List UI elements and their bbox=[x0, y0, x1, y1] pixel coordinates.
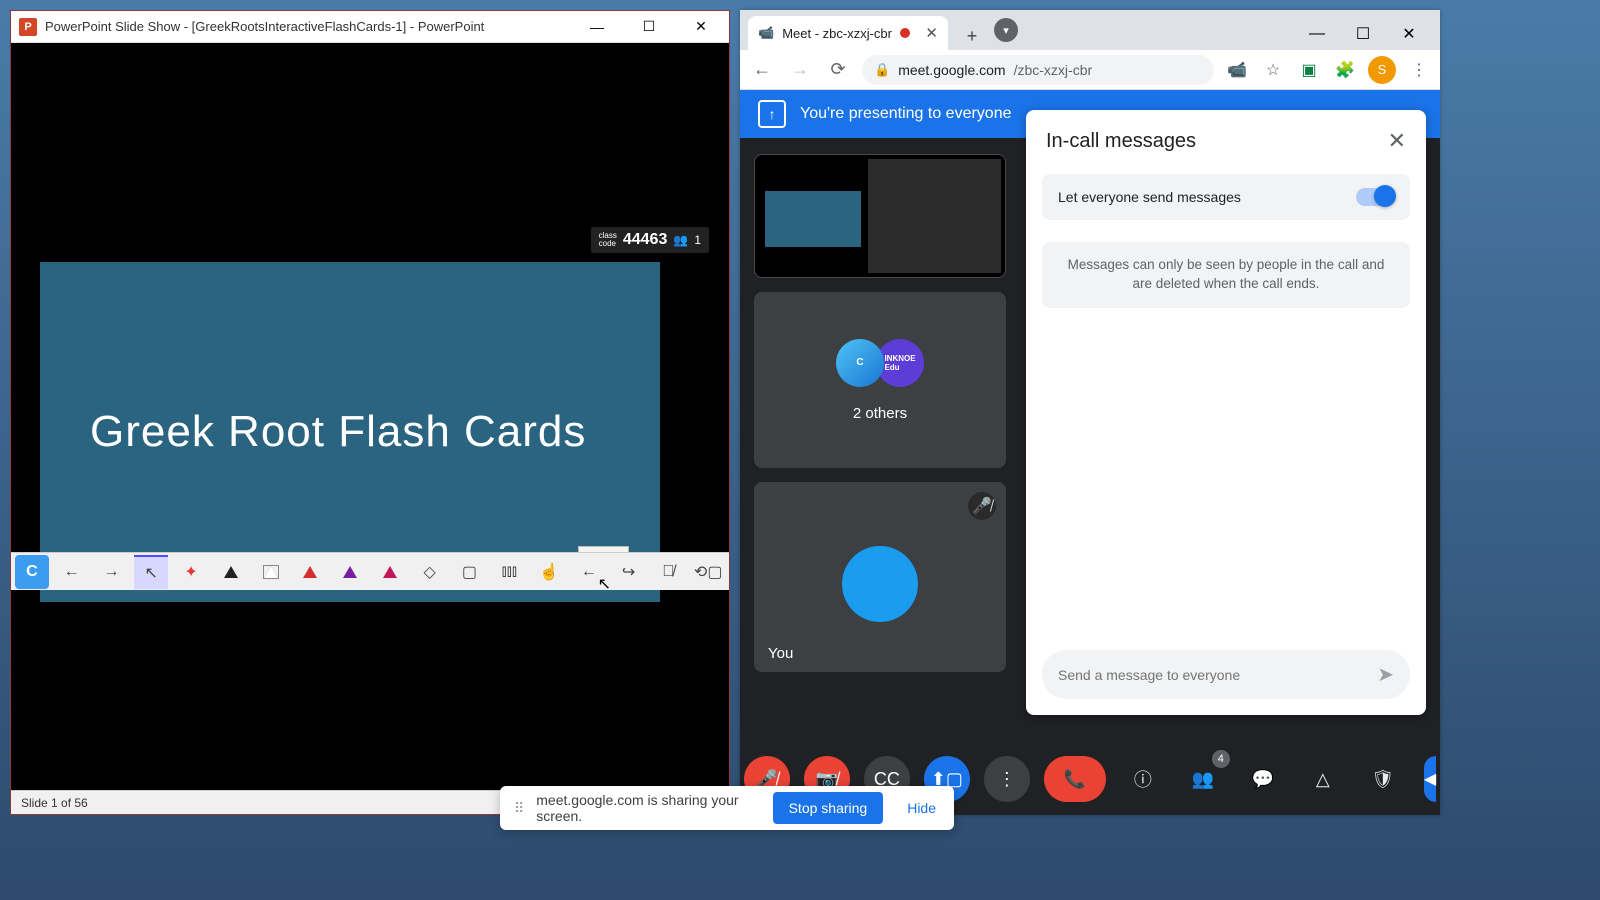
chrome-minimize-button[interactable]: — bbox=[1294, 18, 1340, 50]
pointer-tool[interactable]: ↖ bbox=[134, 555, 168, 589]
browser-tab-meet[interactable]: 📹 Meet - zbc-xzxj-cbr ✕ bbox=[748, 16, 948, 50]
profile-avatar[interactable]: S bbox=[1368, 56, 1396, 84]
pen-outline-tool[interactable] bbox=[254, 555, 288, 589]
stop-sharing-button[interactable]: Stop sharing bbox=[773, 792, 884, 824]
tab-close-button[interactable]: ✕ bbox=[925, 24, 938, 42]
bookmark-star-icon[interactable]: ☆ bbox=[1260, 57, 1286, 83]
forward-button: → bbox=[786, 56, 814, 84]
presenting-banner-text: You're presenting to everyone bbox=[800, 105, 1012, 123]
whiteboard-tool[interactable]: ▢ bbox=[453, 555, 487, 589]
others-tile[interactable]: C INKNOEEdu 2 others bbox=[754, 292, 1006, 468]
class-participant-count: 1 bbox=[694, 233, 701, 247]
chrome-tabstrip: 📹 Meet - zbc-xzxj-cbr ✕ + ▾ — ☐ ✕ bbox=[740, 10, 1440, 50]
prev-slide-button[interactable]: ← bbox=[55, 555, 89, 589]
laser-tool[interactable]: ✦ bbox=[174, 555, 208, 589]
powerpoint-window: P PowerPoint Slide Show - [GreekRootsInt… bbox=[10, 10, 730, 815]
close-button[interactable]: ✕ bbox=[681, 13, 721, 41]
people-count-badge: 4 bbox=[1212, 750, 1230, 768]
others-count-label: 2 others bbox=[853, 405, 907, 422]
hide-ink-tool[interactable]: 👁̸ bbox=[652, 555, 686, 589]
poll-tool[interactable]: ⫾⫾⫾ bbox=[492, 555, 526, 589]
back-button[interactable]: ← bbox=[748, 56, 776, 84]
people-button[interactable]: 👥4 bbox=[1180, 756, 1226, 802]
expand-panel-button[interactable]: ◀ bbox=[1424, 756, 1436, 802]
slide-title: Greek Root Flash Cards bbox=[90, 407, 586, 457]
meet-body: ↑ You're presenting to everyone C INKNOE… bbox=[740, 90, 1440, 815]
classpoint-app-button[interactable]: C bbox=[15, 555, 49, 589]
let-everyone-send-toggle[interactable] bbox=[1356, 188, 1394, 206]
chat-panel-close-button[interactable]: ✕ bbox=[1388, 128, 1406, 154]
eraser-tool[interactable]: ◇ bbox=[413, 555, 447, 589]
chat-button[interactable]: 💬 bbox=[1240, 756, 1286, 802]
presentation-thumbnail bbox=[759, 159, 1001, 273]
presentation-tile[interactable] bbox=[754, 154, 1006, 278]
chat-panel: In-call messages ✕ Let everyone send mes… bbox=[1026, 110, 1426, 715]
forward-tool[interactable]: ↪ bbox=[612, 555, 646, 589]
classpoint-badge[interactable]: class code 44463 👥 1 bbox=[591, 227, 709, 253]
meeting-info-button[interactable]: ⓘ bbox=[1120, 756, 1166, 802]
participant-avatar-icon: C bbox=[836, 339, 884, 387]
pen-black-tool[interactable] bbox=[214, 555, 248, 589]
more-options-button[interactable]: ⋮ bbox=[984, 756, 1030, 802]
self-avatar-icon bbox=[842, 546, 918, 622]
lock-icon[interactable]: 🔒 bbox=[874, 62, 890, 78]
chrome-menu-button[interactable]: ⋮ bbox=[1406, 57, 1432, 83]
extension-icon[interactable]: ▣ bbox=[1296, 57, 1322, 83]
toggle-label: Let everyone send messages bbox=[1058, 189, 1241, 205]
let-everyone-send-toggle-row: Let everyone send messages bbox=[1042, 174, 1410, 220]
tab-title: Meet - zbc-xzxj-cbr bbox=[782, 26, 892, 41]
powerpoint-app-icon: P bbox=[19, 18, 37, 36]
self-label: You bbox=[768, 645, 793, 662]
meet-favicon-icon: 📹 bbox=[758, 25, 774, 41]
leave-call-button[interactable]: 📞 bbox=[1044, 756, 1106, 802]
camera-permission-icon[interactable]: 📹 bbox=[1224, 57, 1250, 83]
chrome-close-button[interactable]: ✕ bbox=[1386, 18, 1432, 50]
chat-disclaimer: Messages can only be seen by people in t… bbox=[1042, 242, 1410, 308]
address-bar[interactable]: 🔒 meet.google.com/zbc-xzxj-cbr bbox=[862, 55, 1214, 85]
minimize-button[interactable]: — bbox=[577, 13, 617, 41]
self-tile[interactable]: 🎤̸ You bbox=[754, 482, 1006, 672]
send-icon[interactable]: ➤ bbox=[1377, 662, 1394, 687]
new-tab-button[interactable]: + bbox=[958, 22, 986, 50]
powerpoint-titlebar[interactable]: P PowerPoint Slide Show - [GreekRootsInt… bbox=[11, 11, 729, 43]
chrome-profile-chip[interactable]: ▾ bbox=[994, 18, 1018, 42]
class-code-value: 44463 bbox=[623, 231, 668, 249]
chat-panel-title: In-call messages bbox=[1046, 130, 1196, 153]
chat-input[interactable] bbox=[1058, 667, 1367, 683]
next-slide-button[interactable]: → bbox=[95, 555, 129, 589]
pen-purple-tool[interactable] bbox=[333, 555, 367, 589]
hide-share-bar-button[interactable]: Hide bbox=[897, 792, 946, 824]
back-tool[interactable]: ← bbox=[572, 555, 606, 589]
chrome-window: 📹 Meet - zbc-xzxj-cbr ✕ + ▾ — ☐ ✕ ← → ⟳ … bbox=[740, 10, 1440, 815]
classpoint-toolbar: C ← → ↖ ✦ ◇ ▢ ⫾⫾⫾ ☝ ← ↪ 👁̸ ⟲▢ bbox=[11, 552, 729, 590]
class-code-label2: code bbox=[599, 240, 617, 248]
pen-pink-tool[interactable] bbox=[373, 555, 407, 589]
recording-indicator-icon bbox=[900, 28, 910, 38]
slideshow-stage[interactable]: class code 44463 👥 1 Greek Root Flash Ca… bbox=[11, 43, 729, 790]
chrome-maximize-button[interactable]: ☐ bbox=[1340, 18, 1386, 50]
powerpoint-window-title: PowerPoint Slide Show - [GreekRootsInter… bbox=[45, 19, 577, 34]
pen-red-tool[interactable] bbox=[293, 555, 327, 589]
pick-name-tool[interactable]: ☝ bbox=[532, 555, 566, 589]
reload-button[interactable]: ⟳ bbox=[824, 56, 852, 84]
restart-tool[interactable]: ⟲▢ bbox=[691, 555, 725, 589]
screen-share-bar[interactable]: ⠿ meet.google.com is sharing your screen… bbox=[500, 786, 954, 830]
url-path: /zbc-xzxj-cbr bbox=[1014, 62, 1093, 78]
maximize-button[interactable]: ☐ bbox=[629, 13, 669, 41]
muted-mic-icon: 🎤̸ bbox=[968, 492, 996, 520]
url-host: meet.google.com bbox=[898, 62, 1005, 78]
drag-grip-icon[interactable]: ⠿ bbox=[514, 800, 522, 817]
current-slide: Greek Root Flash Cards bbox=[40, 262, 660, 602]
extensions-puzzle-icon[interactable]: 🧩 bbox=[1332, 57, 1358, 83]
chrome-toolbar: ← → ⟳ 🔒 meet.google.com/zbc-xzxj-cbr 📹 ☆… bbox=[740, 50, 1440, 90]
share-bar-text: meet.google.com is sharing your screen. bbox=[536, 792, 758, 824]
activities-button[interactable]: △ bbox=[1300, 756, 1346, 802]
host-controls-button[interactable]: 🛡 bbox=[1360, 756, 1406, 802]
chat-input-row: ➤ bbox=[1042, 650, 1410, 699]
people-icon: 👥 bbox=[673, 233, 688, 247]
slide-counter: Slide 1 of 56 bbox=[21, 796, 88, 810]
present-screen-icon: ↑ bbox=[758, 100, 786, 128]
